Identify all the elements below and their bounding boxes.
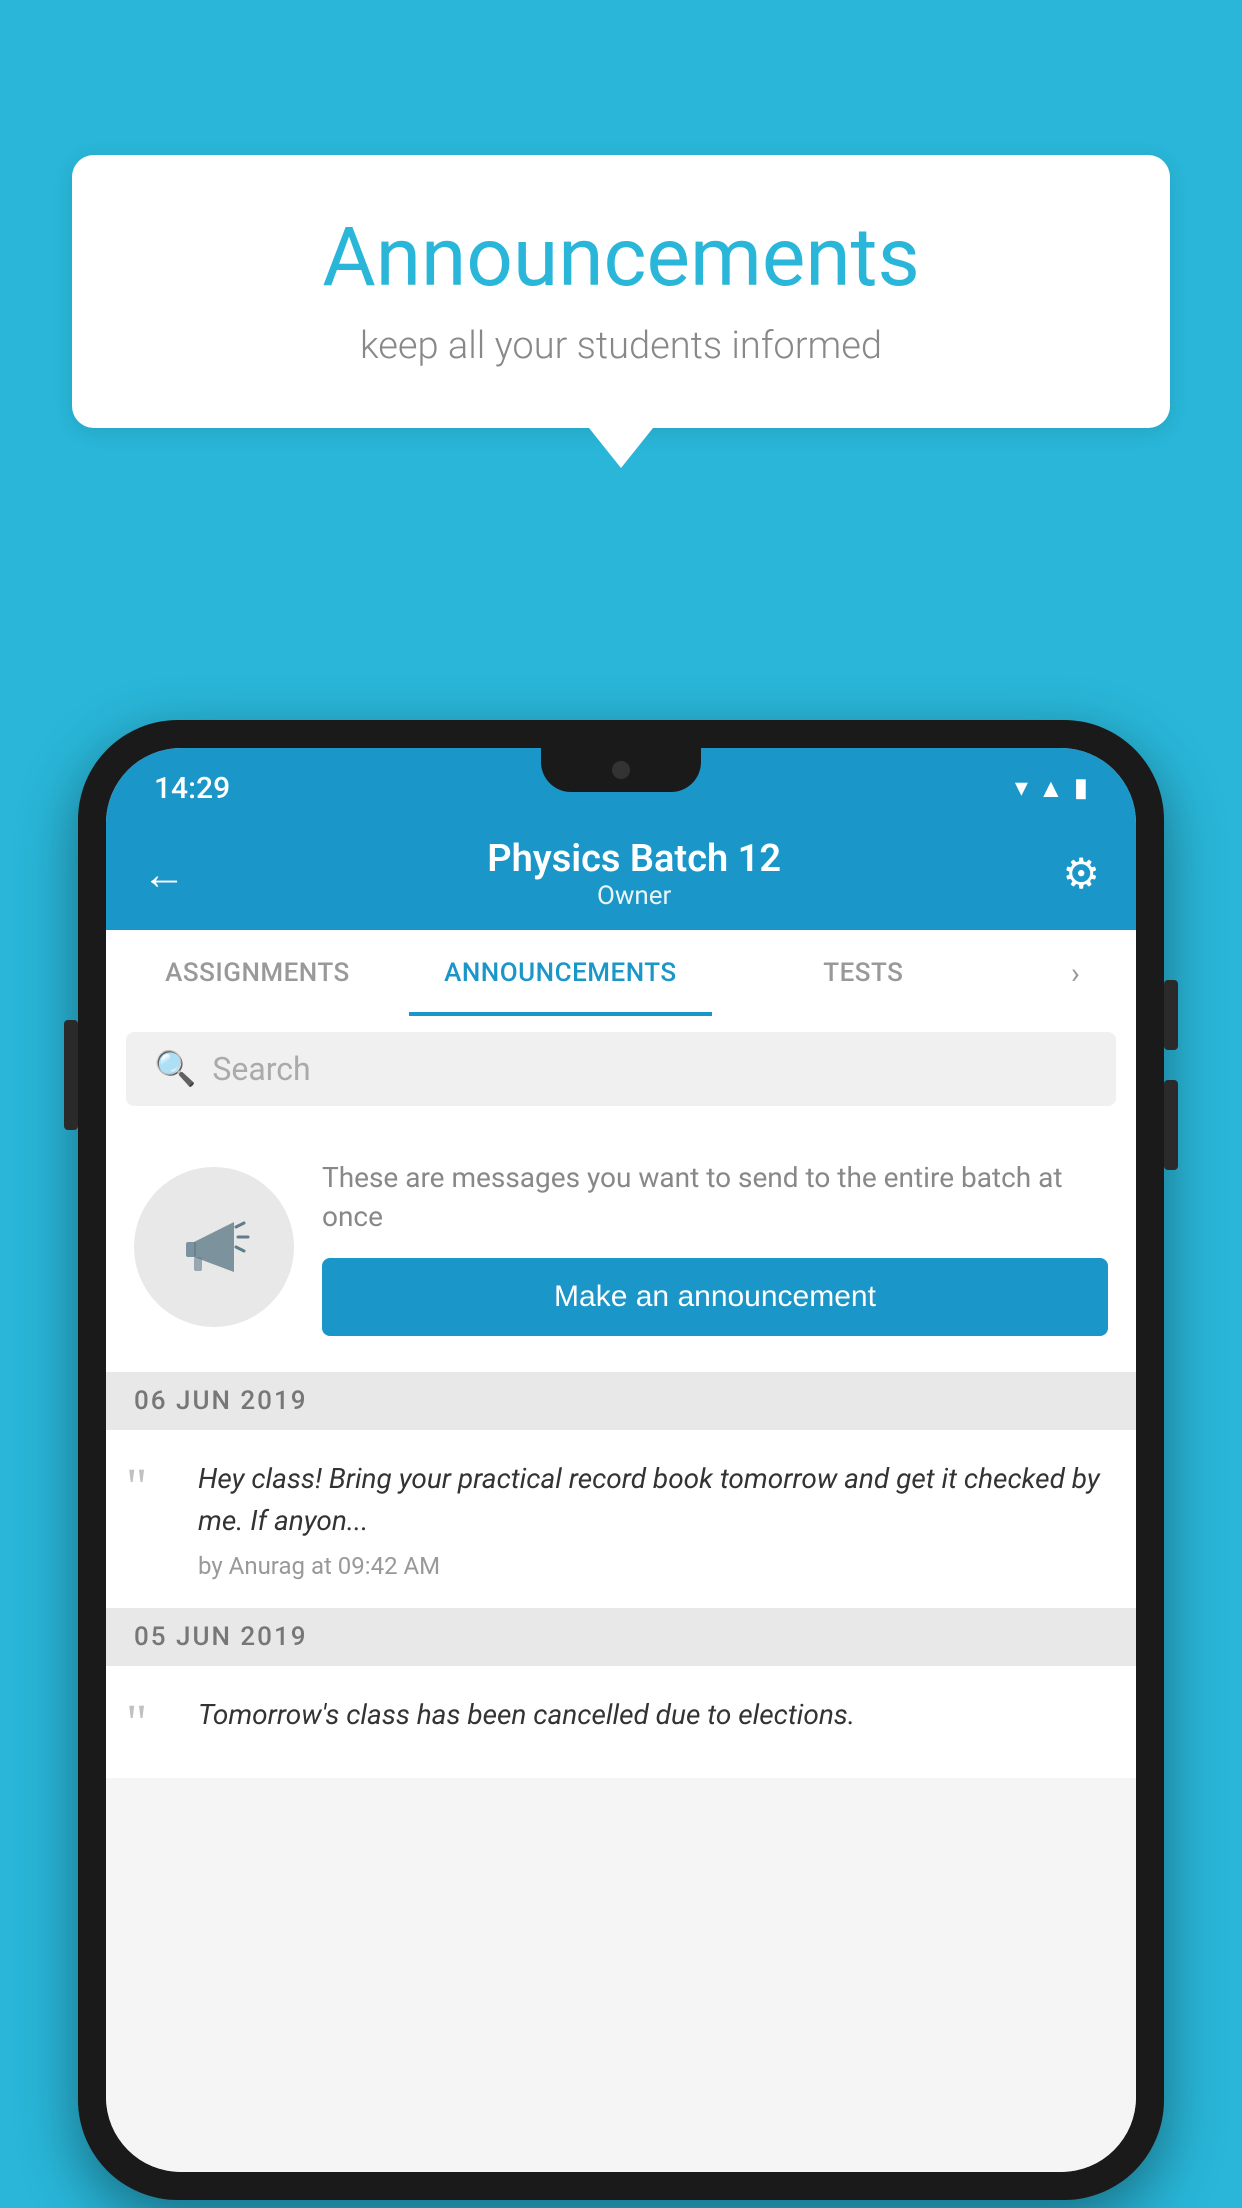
wifi-icon: ▾ <box>1015 773 1028 803</box>
phone-frame: 14:29 ▾ ▲ ▮ ← Physics Batch 12 Owner ⚙ <box>78 720 1164 2200</box>
speech-bubble-container: Announcements keep all your students inf… <box>72 155 1170 468</box>
speech-bubble: Announcements keep all your students inf… <box>72 155 1170 428</box>
quote-icon-2: " <box>126 1698 178 1750</box>
announcement-meta-1: by Anurag at 09:42 AM <box>198 1552 1108 1580</box>
app-bar-subtitle: Owner <box>206 881 1062 911</box>
announcement-text-2: Tomorrow's class has been cancelled due … <box>198 1694 1108 1736</box>
phone-notch <box>541 748 701 792</box>
content-area: These are messages you want to send to t… <box>106 1122 1136 2172</box>
bubble-title: Announcements <box>132 210 1110 306</box>
announce-right: These are messages you want to send to t… <box>322 1158 1108 1336</box>
search-bar-container: 🔍 Search <box>106 1016 1136 1122</box>
power-button[interactable] <box>64 1020 78 1130</box>
make-announcement-button[interactable]: Make an announcement <box>322 1258 1108 1336</box>
app-bar-title-group: Physics Batch 12 Owner <box>206 837 1062 911</box>
date-separator-1: 06 JUN 2019 <box>106 1372 1136 1430</box>
announcement-item-2[interactable]: " Tomorrow's class has been cancelled du… <box>106 1666 1136 1778</box>
tab-announcements[interactable]: ANNOUNCEMENTS <box>409 930 712 1016</box>
announcement-item-1[interactable]: " Hey class! Bring your practical record… <box>106 1430 1136 1608</box>
announcement-content-2: Tomorrow's class has been cancelled due … <box>198 1694 1108 1750</box>
announce-description: These are messages you want to send to t… <box>322 1158 1108 1236</box>
search-icon: 🔍 <box>154 1049 196 1089</box>
date-label-2: 05 JUN 2019 <box>134 1622 308 1652</box>
megaphone-icon <box>174 1207 254 1287</box>
volume-up-button[interactable] <box>1164 980 1178 1050</box>
app-bar: ← Physics Batch 12 Owner ⚙ <box>106 818 1136 930</box>
signal-icon: ▲ <box>1038 773 1064 804</box>
settings-icon[interactable]: ⚙ <box>1062 849 1100 899</box>
date-separator-2: 05 JUN 2019 <box>106 1608 1136 1666</box>
bubble-subtitle: keep all your students informed <box>132 324 1110 368</box>
phone-wrapper: 14:29 ▾ ▲ ▮ ← Physics Batch 12 Owner ⚙ <box>78 720 1164 2208</box>
battery-icon: ▮ <box>1074 773 1088 803</box>
tab-tests[interactable]: TESTS <box>712 930 1015 1016</box>
status-time: 14:29 <box>154 771 230 806</box>
tab-bar: ASSIGNMENTS ANNOUNCEMENTS TESTS › <box>106 930 1136 1016</box>
camera-dot <box>612 761 630 779</box>
back-button[interactable]: ← <box>142 848 186 900</box>
search-placeholder: Search <box>212 1050 310 1088</box>
volume-down-button[interactable] <box>1164 1080 1178 1170</box>
announcement-text-1: Hey class! Bring your practical record b… <box>198 1458 1108 1542</box>
quote-icon-1: " <box>126 1462 178 1580</box>
search-bar[interactable]: 🔍 Search <box>126 1032 1116 1106</box>
announce-icon-circle <box>134 1167 294 1327</box>
tab-more[interactable]: › <box>1015 930 1136 1016</box>
phone-screen: 14:29 ▾ ▲ ▮ ← Physics Batch 12 Owner ⚙ <box>106 748 1136 2172</box>
status-icons: ▾ ▲ ▮ <box>1015 773 1088 804</box>
tab-assignments[interactable]: ASSIGNMENTS <box>106 930 409 1016</box>
date-label-1: 06 JUN 2019 <box>134 1386 308 1416</box>
announce-prompt: These are messages you want to send to t… <box>106 1122 1136 1372</box>
speech-bubble-tail <box>589 428 653 468</box>
announcement-content-1: Hey class! Bring your practical record b… <box>198 1458 1108 1580</box>
app-bar-title: Physics Batch 12 <box>206 837 1062 881</box>
